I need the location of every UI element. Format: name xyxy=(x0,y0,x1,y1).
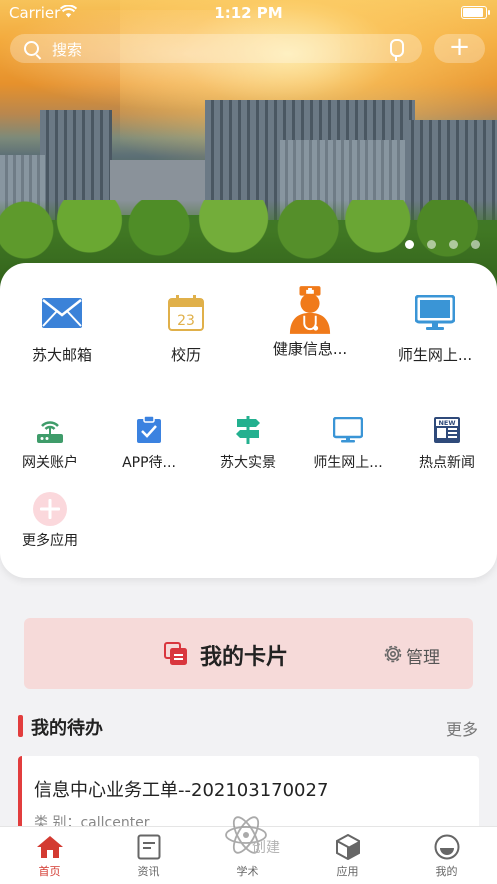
tab-label: 应用 xyxy=(336,865,359,878)
cube-icon xyxy=(334,833,362,861)
search-icon xyxy=(24,41,39,56)
battery-icon xyxy=(461,6,490,19)
profile-icon xyxy=(433,833,461,861)
tab-home[interactable]: 首页 xyxy=(0,827,99,884)
app-label: 师生网上... xyxy=(397,346,473,364)
app-health-info[interactable]: 健康信息... xyxy=(248,285,372,359)
mail-icon xyxy=(40,291,84,335)
todo-more-link[interactable]: 更多 xyxy=(446,716,478,740)
clipboard-check-icon xyxy=(134,415,164,445)
home-icon xyxy=(36,833,64,861)
app-label: 网关账户 xyxy=(22,455,78,471)
todo-title: 我的待办 xyxy=(31,718,103,739)
app-online-hall-2[interactable]: 师生网上... xyxy=(298,415,398,472)
tab-label: 首页 xyxy=(38,865,61,878)
status-bar: Carrier 1:12 PM xyxy=(0,0,497,26)
search-placeholder: 搜索 xyxy=(52,41,83,59)
app-street-view[interactable]: 苏大实景 xyxy=(198,415,298,472)
app-label: 师生网上... xyxy=(313,455,383,471)
todo-header: 我的待办 更多 xyxy=(0,695,497,755)
monitor-icon xyxy=(413,291,457,335)
apps-panel: 苏大邮箱 23 校历 健康信息... 师生网上... 网关账户 APP待... xyxy=(0,263,497,578)
tab-label: 我的 xyxy=(435,865,458,878)
campus-banner[interactable]: Carrier 1:12 PM 搜索 + xyxy=(0,0,497,300)
news-badge: NEW xyxy=(438,419,455,427)
newspaper-icon: NEW xyxy=(432,415,462,445)
pager-dot[interactable] xyxy=(471,240,480,249)
news-icon xyxy=(135,833,163,861)
gear-icon[interactable] xyxy=(382,643,404,665)
banner-pager[interactable] xyxy=(405,240,480,249)
todo-item-title: 信息中心业务工单--202103170027 xyxy=(34,780,329,801)
microphone-icon[interactable] xyxy=(390,39,404,61)
section-marker xyxy=(18,715,23,737)
router-icon xyxy=(35,415,65,445)
app-online-hall[interactable]: 师生网上... xyxy=(373,291,497,365)
app-label: 健康信息... xyxy=(272,340,348,358)
my-card-title: 我的卡片 xyxy=(200,645,289,670)
manage-button[interactable]: 管理 xyxy=(406,643,440,668)
tab-news[interactable]: 资讯 xyxy=(99,827,198,884)
pager-dot[interactable] xyxy=(427,240,436,249)
calendar-icon: 23 xyxy=(164,291,208,335)
app-mailbox[interactable]: 苏大邮箱 xyxy=(0,291,124,365)
app-label: 苏大邮箱 xyxy=(31,346,92,364)
doctor-icon xyxy=(288,285,332,335)
plus-circle-icon xyxy=(32,491,68,527)
app-label: APP待... xyxy=(122,455,176,471)
tab-profile[interactable]: 我的 xyxy=(397,827,496,884)
signpost-icon xyxy=(233,415,263,445)
app-pending[interactable]: APP待... xyxy=(99,415,199,472)
more-apps-label: 更多应用 xyxy=(22,533,78,549)
tab-label: 资讯 xyxy=(137,865,160,878)
watermark-text: 创建 xyxy=(252,840,280,856)
add-button[interactable]: + xyxy=(434,34,485,63)
app-label: 苏大实景 xyxy=(220,455,276,471)
tab-apps[interactable]: 应用 xyxy=(298,827,397,884)
search-input[interactable]: 搜索 xyxy=(10,34,422,63)
app-gateway-account[interactable]: 网关账户 xyxy=(0,415,100,472)
app-hot-news[interactable]: NEW 热点新闻 xyxy=(397,415,497,472)
app-label: 热点新闻 xyxy=(419,455,475,471)
cards-icon xyxy=(164,642,187,665)
tab-label: 学术 xyxy=(236,865,259,878)
more-apps-button[interactable]: 更多应用 xyxy=(0,491,100,550)
pager-dot[interactable] xyxy=(405,240,414,249)
app-label: 校历 xyxy=(170,346,201,364)
atom-watermark: 创建 xyxy=(224,813,284,857)
my-card-banner[interactable]: 我的卡片 管理 xyxy=(24,618,473,689)
app-calendar[interactable]: 23 校历 xyxy=(124,291,248,365)
monitor-icon xyxy=(333,415,363,445)
calendar-day: 23 xyxy=(177,313,195,329)
clock: 1:12 PM xyxy=(214,4,283,22)
pager-dot[interactable] xyxy=(449,240,458,249)
